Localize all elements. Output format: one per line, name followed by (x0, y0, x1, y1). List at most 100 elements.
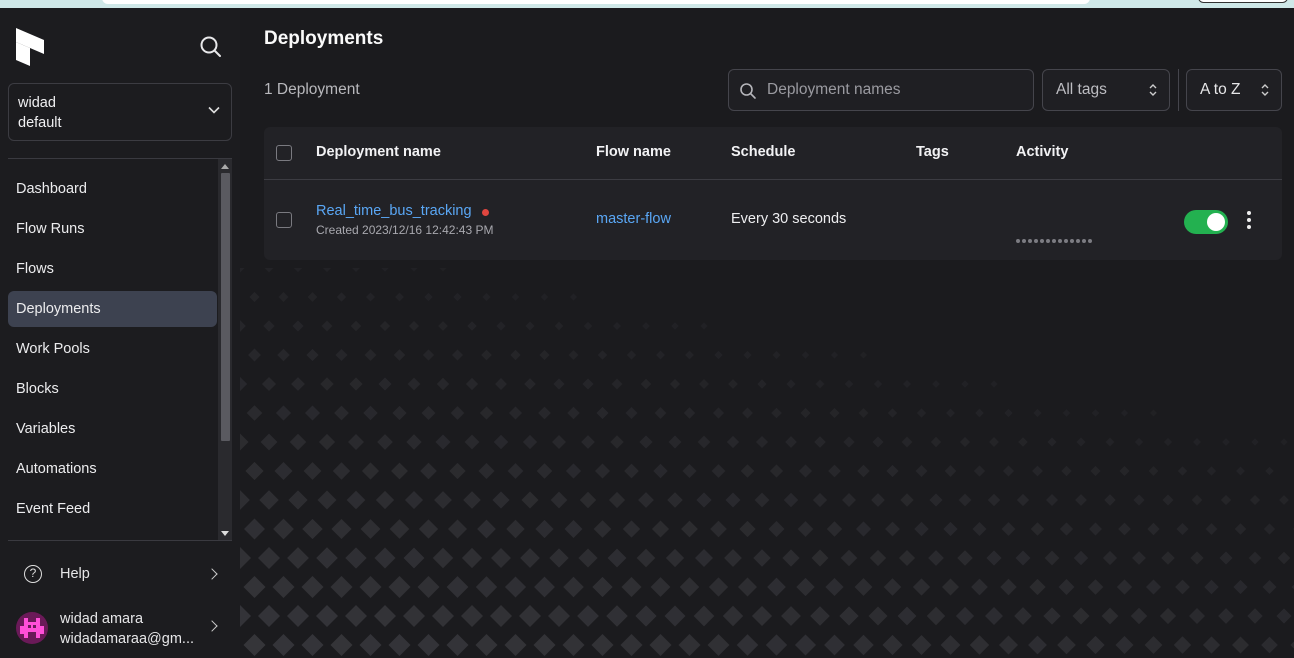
pattern-diamond (932, 380, 940, 388)
pattern-diamond (624, 463, 639, 479)
pattern-diamond (317, 490, 337, 510)
pattern-diamond (334, 405, 349, 421)
select-all-checkbox[interactable] (276, 145, 292, 161)
sidebar-item-dashboard[interactable]: Dashboard (8, 171, 217, 207)
schedule-value[interactable]: Every 30 seconds (731, 211, 846, 227)
pattern-diamond (446, 634, 469, 656)
pattern-diamond (667, 492, 683, 508)
sidebar-item-variables[interactable]: Variables (8, 411, 217, 447)
pattern-diamond (783, 492, 799, 508)
pattern-diamond (1162, 494, 1174, 506)
pattern-diamond (491, 548, 511, 568)
activity-dot (1034, 239, 1038, 243)
pattern-diamond (900, 493, 914, 507)
help-menu[interactable]: ? Help (8, 556, 232, 592)
browser-address-bar[interactable] (102, 0, 1090, 4)
pattern-diamond (522, 434, 538, 450)
row-checkbox[interactable] (276, 212, 292, 228)
pattern-diamond (448, 519, 467, 539)
scrollbar-thumb[interactable] (221, 173, 230, 441)
pattern-diamond (930, 436, 942, 448)
column-activity[interactable]: Activity (1016, 144, 1068, 160)
pattern-diamond (438, 321, 448, 331)
pattern-diamond (303, 462, 322, 480)
user-menu[interactable]: widad amara widadamaraa@gm... (8, 602, 232, 650)
help-circle-icon: ? (24, 565, 42, 583)
background-diamond-pattern (240, 268, 1294, 656)
pattern-diamond (359, 634, 382, 656)
pattern-diamond (812, 492, 828, 508)
pattern-diamond (1045, 493, 1059, 507)
pattern-diamond (350, 320, 362, 332)
pattern-diamond (240, 268, 245, 273)
column-deployment-name[interactable]: Deployment name (316, 144, 441, 160)
pattern-diamond (1233, 579, 1248, 595)
pattern-diamond (492, 491, 510, 509)
tags-filter-select[interactable]: All tags (1042, 69, 1170, 111)
pattern-diamond (349, 377, 363, 391)
column-flow-name[interactable]: Flow name (596, 144, 671, 160)
pattern-diamond (944, 465, 957, 477)
pattern-diamond (1218, 608, 1234, 624)
sidebar-item-deployments[interactable]: Deployments (8, 291, 217, 327)
sidebar-item-event-feed[interactable]: Event Feed (8, 491, 217, 527)
sort-select[interactable]: A to Z (1186, 69, 1282, 111)
pattern-diamond (1002, 465, 1015, 477)
column-tags[interactable]: Tags (916, 144, 949, 160)
pattern-diamond (1043, 607, 1061, 625)
sidebar-item-automations[interactable]: Automations (8, 451, 217, 487)
pattern-diamond (1033, 408, 1042, 418)
search-input[interactable] (767, 70, 1027, 110)
pattern-diamond (682, 463, 697, 479)
pattern-diamond (495, 378, 507, 390)
pattern-diamond (901, 436, 913, 448)
pattern-diamond (700, 322, 708, 330)
pattern-diamond (240, 376, 248, 392)
pattern-diamond (1000, 578, 1017, 596)
scroll-down-arrow-icon[interactable] (221, 531, 229, 536)
pattern-diamond (446, 576, 469, 598)
browser-button[interactable] (1198, 0, 1288, 3)
pattern-diamond (439, 268, 447, 272)
pattern-diamond (916, 408, 927, 418)
prefect-logo-icon[interactable] (16, 28, 44, 66)
more-options-icon[interactable] (1238, 209, 1260, 231)
flow-name-link[interactable]: master-flow (596, 211, 671, 227)
pattern-diamond (554, 321, 564, 331)
sidebar-item-blocks[interactable]: Blocks (8, 371, 217, 407)
search-icon[interactable] (198, 34, 224, 60)
pattern-diamond (1220, 494, 1232, 506)
pattern-diamond (481, 349, 492, 361)
sidebar-scrollbar[interactable] (218, 159, 232, 540)
pattern-diamond (595, 463, 610, 479)
workspace-switcher[interactable]: widad default (8, 83, 232, 141)
pattern-diamond (942, 578, 959, 596)
pattern-diamond (868, 606, 888, 626)
scroll-up-arrow-icon[interactable] (221, 164, 229, 169)
pattern-diamond (651, 520, 670, 538)
pattern-diamond (533, 634, 556, 656)
deployment-name-link[interactable]: Real_time_bus_tracking (316, 203, 472, 219)
pattern-diamond (728, 379, 738, 389)
pattern-diamond (1115, 635, 1134, 655)
pattern-diamond (710, 520, 727, 538)
pattern-diamond (757, 379, 767, 389)
sidebar-item-flow-runs[interactable]: Flow Runs (8, 211, 217, 247)
sidebar-item-work-pools[interactable]: Work Pools (8, 331, 217, 367)
pattern-diamond (971, 578, 988, 596)
pattern-diamond (395, 292, 404, 302)
pattern-diamond (800, 407, 811, 419)
deployment-enabled-toggle[interactable] (1184, 210, 1228, 234)
pattern-diamond (1132, 551, 1146, 565)
pattern-diamond (726, 435, 740, 449)
sidebar-item-flows[interactable]: Flows (8, 251, 217, 287)
pattern-diamond (858, 408, 869, 418)
pattern-diamond (1062, 409, 1071, 417)
deployment-search[interactable] (728, 69, 1034, 111)
pattern-diamond (751, 605, 773, 627)
pattern-diamond (714, 350, 723, 360)
pattern-diamond (1189, 608, 1205, 624)
avatar (16, 612, 48, 644)
column-schedule[interactable]: Schedule (731, 144, 795, 160)
pattern-diamond (897, 606, 917, 626)
